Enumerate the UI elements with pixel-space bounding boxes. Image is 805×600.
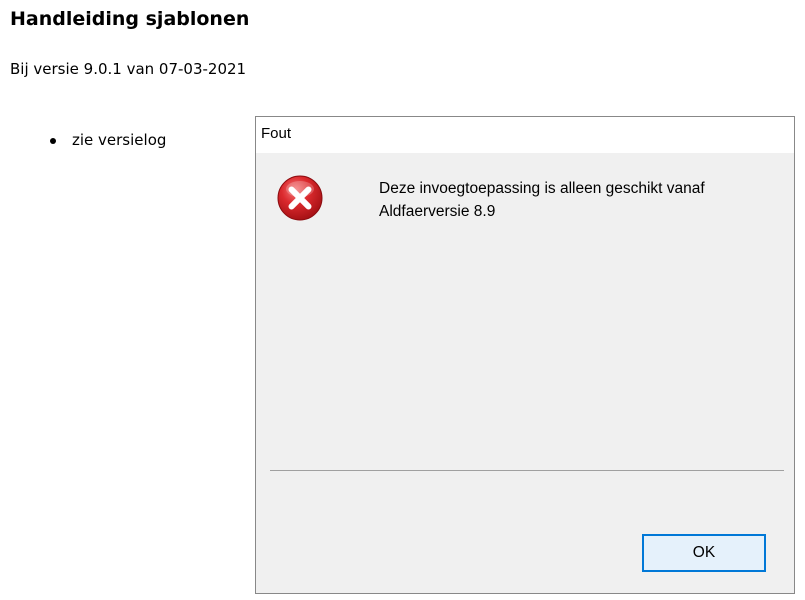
version-subtitle: Bij versie 9.0.1 van 07-03-2021 bbox=[10, 60, 247, 78]
list-item-label: zie versielog bbox=[72, 131, 167, 149]
dialog-message: Deze invoegtoepassing is alleen geschikt… bbox=[379, 180, 705, 220]
error-dialog: Fout Deze invoegtoepassing is alleen ges… bbox=[255, 116, 795, 594]
dialog-divider bbox=[270, 470, 784, 471]
dialog-title: Fout bbox=[261, 125, 292, 142]
ok-button[interactable]: OK bbox=[642, 534, 766, 572]
dialog-titlebar[interactable]: Fout bbox=[256, 117, 794, 153]
page-title: Handleiding sjablonen bbox=[10, 8, 250, 30]
list-item: zie versielog bbox=[0, 129, 166, 151]
bullet-list: zie versielog bbox=[0, 129, 166, 151]
bullet-dot bbox=[50, 138, 56, 144]
error-icon bbox=[276, 174, 324, 222]
